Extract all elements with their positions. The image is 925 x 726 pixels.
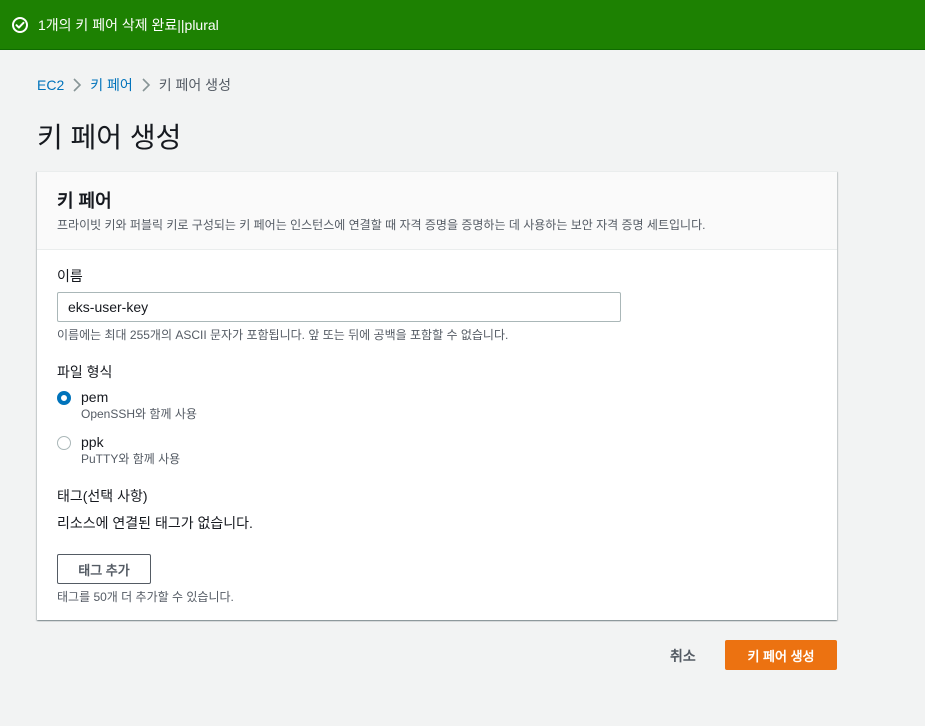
add-tag-button[interactable]: 태그 추가 [57,554,151,584]
breadcrumb-key-pairs[interactable]: 키 페어 [90,75,133,95]
chevron-right-icon [133,78,159,92]
breadcrumb-current: 키 페어 생성 [158,77,231,93]
name-label: 이름 [57,268,83,284]
page-title: 키 페어 생성 [37,122,182,153]
radio-pem[interactable] [57,391,71,405]
format-option-ppk[interactable]: ppk PuTTY와 함께 사용 [57,434,817,467]
format-name-pem: pem [81,389,109,405]
success-flash-banner: 1개의 키 페어 삭제 완료||plural [0,0,925,50]
flash-message: 1개의 키 페어 삭제 완료||plural [38,16,219,33]
key-pair-panel: 키 페어 프라이빗 키와 퍼블릭 키로 구성되는 키 페어는 인스턴스에 연결할… [37,171,837,620]
panel-description: 프라이빗 키와 퍼블릭 키로 구성되는 키 페어는 인스턴스에 연결할 때 자격… [57,218,706,232]
radio-ppk[interactable] [57,436,71,450]
format-desc-pem: OpenSSH와 함께 사용 [81,407,197,421]
breadcrumb-ec2[interactable]: EC2 [37,77,64,93]
file-format-label: 파일 형식 [57,364,113,380]
cancel-button[interactable]: 취소 [670,646,696,666]
breadcrumb: EC2 키 페어 키 페어 생성 [37,76,231,94]
panel-title: 키 페어 [57,191,112,211]
name-input[interactable] [57,292,621,322]
format-option-pem[interactable]: pem OpenSSH와 함께 사용 [57,389,817,422]
panel-body: 이름 이름에는 최대 255개의 ASCII 문자가 포함됩니다. 앞 또는 뒤… [37,250,837,604]
panel-header: 키 페어 프라이빗 키와 퍼블릭 키로 구성되는 키 페어는 인스턴스에 연결할… [37,172,837,250]
tags-empty-text: 리소스에 연결된 태그가 없습니다. [57,515,253,531]
tags-hint: 태그를 50개 더 추가할 수 있습니다. [57,590,234,604]
tags-label: 태그(선택 사항) [57,488,148,504]
check-circle-icon [11,16,29,34]
chevron-right-icon [64,78,90,92]
format-name-ppk: ppk [81,434,104,450]
create-key-pair-button[interactable]: 키 페어 생성 [725,640,837,670]
name-hint: 이름에는 최대 255개의 ASCII 문자가 포함됩니다. 앞 또는 뒤에 공… [57,328,509,342]
format-desc-ppk: PuTTY와 함께 사용 [81,452,181,466]
